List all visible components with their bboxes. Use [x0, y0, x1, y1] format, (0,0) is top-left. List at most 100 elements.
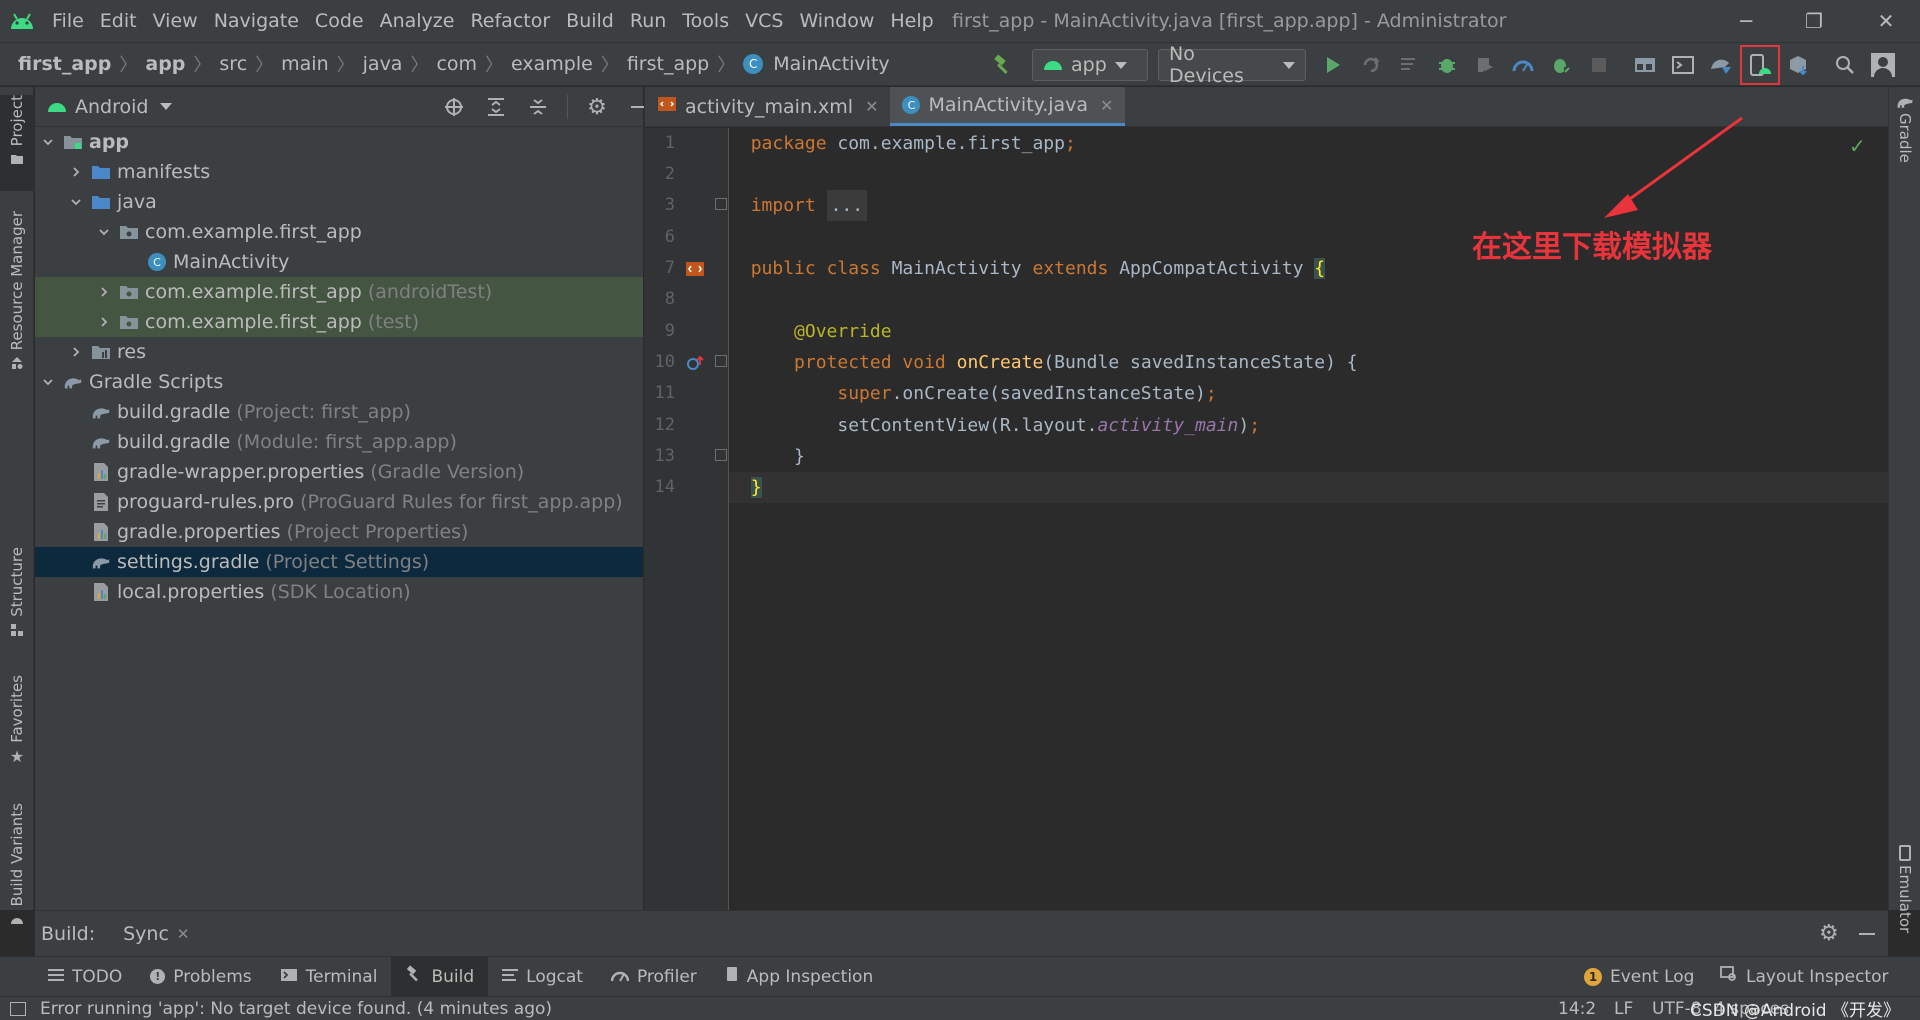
menu-navigate[interactable]: Navigate	[206, 10, 307, 32]
chevron-right-icon[interactable]	[97, 315, 111, 329]
override-marker-icon[interactable]	[687, 354, 705, 376]
gear-icon[interactable]: ⚙	[578, 87, 616, 127]
breadcrumb-item[interactable]: first_app	[14, 53, 115, 75]
close-icon[interactable]: ✕	[865, 97, 878, 116]
breadcrumb-item[interactable]: MainActivity	[769, 53, 893, 75]
tree-item[interactable]: settings.gradle (Project Settings)	[35, 547, 643, 577]
chevron-down-icon[interactable]	[41, 135, 55, 149]
close-button[interactable]: ✕	[1856, 0, 1916, 42]
chevron-right-icon[interactable]	[69, 165, 83, 179]
tree-item[interactable]: Gradle Scripts	[35, 367, 643, 397]
avatar[interactable]	[1864, 43, 1902, 87]
menu-file[interactable]: File	[44, 10, 92, 32]
line-separator[interactable]: LF	[1614, 999, 1633, 1019]
breadcrumb-item[interactable]: first_app	[623, 53, 713, 75]
chevron-right-icon[interactable]	[97, 285, 111, 299]
tree-item[interactable]: build.gradle (Project: first_app)	[35, 397, 643, 427]
hammer-icon[interactable]	[984, 43, 1022, 87]
project-structure-icon[interactable]	[1626, 43, 1664, 87]
breadcrumb-item[interactable]: src	[215, 53, 251, 75]
fold-icon[interactable]	[715, 449, 727, 461]
tab-app-inspection[interactable]: App Inspection	[711, 957, 887, 997]
chevron-right-icon[interactable]	[69, 345, 83, 359]
profile-icon[interactable]	[1504, 43, 1542, 87]
tree-item[interactable]: com.example.first_app (test)	[35, 307, 643, 337]
close-icon[interactable]: ✕	[177, 925, 190, 943]
chevron-down-icon[interactable]	[97, 225, 111, 239]
menu-edit[interactable]: Edit	[92, 10, 145, 32]
tree-item[interactable]: app	[35, 127, 643, 157]
tree-item[interactable]: manifests	[35, 157, 643, 187]
breadcrumb-item[interactable]: example	[507, 53, 597, 75]
close-icon[interactable]: ✕	[1100, 96, 1113, 115]
apply-code-changes-icon[interactable]	[1390, 43, 1428, 87]
apply-changes-icon[interactable]	[1352, 43, 1390, 87]
tab-activity-main-xml[interactable]: activity_main.xml ✕	[645, 87, 890, 126]
tab-main-activity-java[interactable]: C MainActivity.java ✕	[890, 87, 1126, 126]
chevron-down-icon[interactable]	[41, 375, 55, 389]
tool-tab-gradle[interactable]: Gradle	[1889, 95, 1920, 185]
tool-tab-project[interactable]: Project	[0, 95, 34, 191]
gear-icon[interactable]: ⚙	[1819, 921, 1839, 946]
tab-todo[interactable]: TODO	[34, 957, 136, 997]
stop-icon[interactable]	[1580, 43, 1618, 87]
tab-problems[interactable]: ! Problems	[136, 957, 265, 997]
tree-item[interactable]: com.example.first_app (androidTest)	[35, 277, 643, 307]
menu-refactor[interactable]: Refactor	[462, 10, 558, 32]
code-area[interactable]: package com.example.first_app; import ..…	[729, 128, 1889, 910]
tab-profiler[interactable]: Profiler	[597, 957, 711, 997]
sync-gradle-icon[interactable]	[1702, 43, 1740, 87]
project-view-selector[interactable]: Android	[75, 96, 148, 118]
tool-tab-structure[interactable]: Structure	[0, 547, 34, 647]
tool-tab-emulator[interactable]: Emulator	[1889, 845, 1920, 945]
breadcrumb-item[interactable]: java	[359, 53, 407, 75]
tab-terminal[interactable]: Terminal	[266, 957, 392, 997]
breadcrumb-item[interactable]: app	[141, 53, 189, 75]
coverage-icon[interactable]	[1466, 43, 1504, 87]
menu-view[interactable]: View	[145, 10, 206, 32]
event-log-button[interactable]: 1 Event Log	[1570, 957, 1708, 997]
terminal-run-icon[interactable]	[1664, 43, 1702, 87]
sdk-manager-icon[interactable]	[1780, 43, 1818, 87]
tool-tab-build-variants[interactable]: Build Variants	[0, 803, 34, 933]
fold-icon[interactable]	[715, 355, 727, 367]
folded-imports[interactable]: ...	[826, 190, 868, 221]
tree-item[interactable]: C MainActivity	[35, 247, 643, 277]
device-select[interactable]: No Devices	[1158, 43, 1306, 87]
tab-logcat[interactable]: Logcat	[488, 957, 597, 997]
tool-tab-resource-manager[interactable]: Resource Manager	[0, 211, 34, 401]
tree-item[interactable]: proguard-rules.pro (ProGuard Rules for f…	[35, 487, 643, 517]
menu-analyze[interactable]: Analyze	[372, 10, 463, 32]
menu-run[interactable]: Run	[622, 10, 674, 32]
menu-tools[interactable]: Tools	[674, 10, 737, 32]
menu-window[interactable]: Window	[791, 10, 882, 32]
chevron-down-icon[interactable]	[69, 195, 83, 209]
tab-sync[interactable]: Sync ✕	[123, 923, 189, 945]
menu-vcs[interactable]: VCS	[737, 10, 791, 32]
menu-build[interactable]: Build	[558, 10, 622, 32]
tree-item[interactable]: res	[35, 337, 643, 367]
tab-build[interactable]: Build	[391, 956, 489, 997]
hide-panel-icon[interactable]	[1859, 933, 1875, 935]
tree-item[interactable]: gradle-wrapper.properties (Gradle Versio…	[35, 457, 643, 487]
avd-manager-icon[interactable]	[1740, 45, 1780, 85]
run-class-icon[interactable]	[685, 259, 707, 284]
search-icon[interactable]	[1826, 43, 1864, 87]
menu-code[interactable]: Code	[307, 10, 372, 32]
tool-tab-favorites[interactable]: Favorites ★	[0, 675, 34, 777]
run-config-select[interactable]: app	[1032, 49, 1148, 81]
attach-debugger-icon[interactable]	[1542, 43, 1580, 87]
tree-item[interactable]: gradle.properties (Project Properties)	[35, 517, 643, 547]
tree-item[interactable]: build.gradle (Module: first_app.app)	[35, 427, 643, 457]
breadcrumb-item[interactable]: main	[277, 53, 332, 75]
chevron-down-icon[interactable]	[160, 103, 173, 110]
caret-position[interactable]: 14:2	[1558, 999, 1596, 1019]
tree-item[interactable]: java	[35, 187, 643, 217]
panel-toggle-icon[interactable]	[10, 1001, 26, 1016]
minimize-button[interactable]: ─	[1716, 0, 1776, 42]
collapse-all-icon[interactable]	[519, 87, 557, 127]
expand-all-icon[interactable]	[477, 87, 515, 127]
locate-icon[interactable]	[435, 87, 473, 127]
layout-inspector-button[interactable]: Layout Inspector	[1706, 957, 1903, 997]
breadcrumb-item[interactable]: com	[432, 53, 481, 75]
